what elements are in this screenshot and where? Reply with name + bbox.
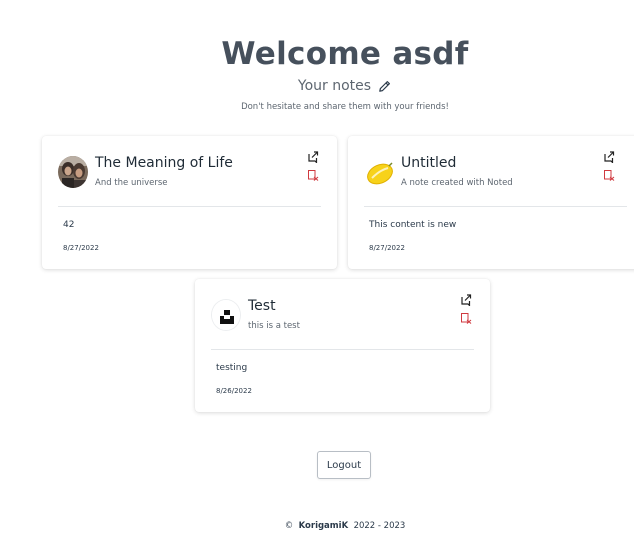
- note-divider: [364, 206, 627, 207]
- delete-icon[interactable]: [460, 312, 472, 324]
- note-title: Test: [248, 298, 276, 314]
- note-card[interactable]: Test this is a test testing 8/26/2022: [195, 279, 490, 412]
- footer-years: 2022 - 2023: [353, 521, 406, 531]
- note-card[interactable]: Untitled A note created with Noted This …: [348, 136, 634, 269]
- note-card-header: Untitled A note created with Noted: [364, 151, 617, 194]
- delete-icon[interactable]: [603, 169, 615, 181]
- footer-brand-link[interactable]: KorigamiK: [299, 521, 349, 531]
- note-actions: [460, 294, 474, 330]
- logout-button[interactable]: Logout: [317, 451, 371, 479]
- note-card-header: The Meaning of Life And the universe: [58, 151, 321, 194]
- note-divider: [211, 349, 474, 350]
- copyright-symbol: ©: [284, 521, 294, 531]
- note-divider: [58, 206, 321, 207]
- note-actions: [307, 151, 321, 187]
- subtitle-row: Your notes: [0, 77, 634, 95]
- note-date: 8/27/2022: [369, 244, 405, 252]
- note-date: 8/26/2022: [216, 387, 252, 395]
- note-subtitle: this is a test: [248, 321, 300, 331]
- page-tagline: Don't hesitate and share them with your …: [241, 102, 449, 112]
- unsplash-icon: [211, 299, 241, 331]
- footer: © KorigamiK 2022 - 2023: [0, 520, 634, 532]
- note-content: 42: [63, 220, 75, 230]
- note-card[interactable]: The Meaning of Life And the universe 42 …: [42, 136, 337, 269]
- note-actions: [603, 151, 617, 187]
- note-content: testing: [216, 363, 248, 373]
- page-header: Welcome asdf Your notes Don't hesitate a…: [0, 34, 634, 113]
- pencil-icon[interactable]: [377, 79, 392, 94]
- page-subtitle: Your notes: [297, 78, 372, 94]
- note-subtitle: And the universe: [95, 178, 168, 188]
- note-subtitle: A note created with Noted: [401, 178, 513, 188]
- note-card-header: Test this is a test: [211, 294, 474, 337]
- delete-icon[interactable]: [307, 169, 319, 181]
- page-title: Welcome asdf: [221, 36, 469, 72]
- note-title: Untitled: [401, 155, 457, 171]
- note-date: 8/27/2022: [63, 244, 99, 252]
- share-icon[interactable]: [460, 294, 472, 306]
- share-icon[interactable]: [307, 151, 319, 163]
- photo-avatar: [58, 156, 88, 188]
- note-title: The Meaning of Life: [95, 155, 233, 171]
- lemon-icon: [364, 156, 394, 188]
- share-icon[interactable]: [603, 151, 615, 163]
- note-content: This content is new: [369, 220, 457, 230]
